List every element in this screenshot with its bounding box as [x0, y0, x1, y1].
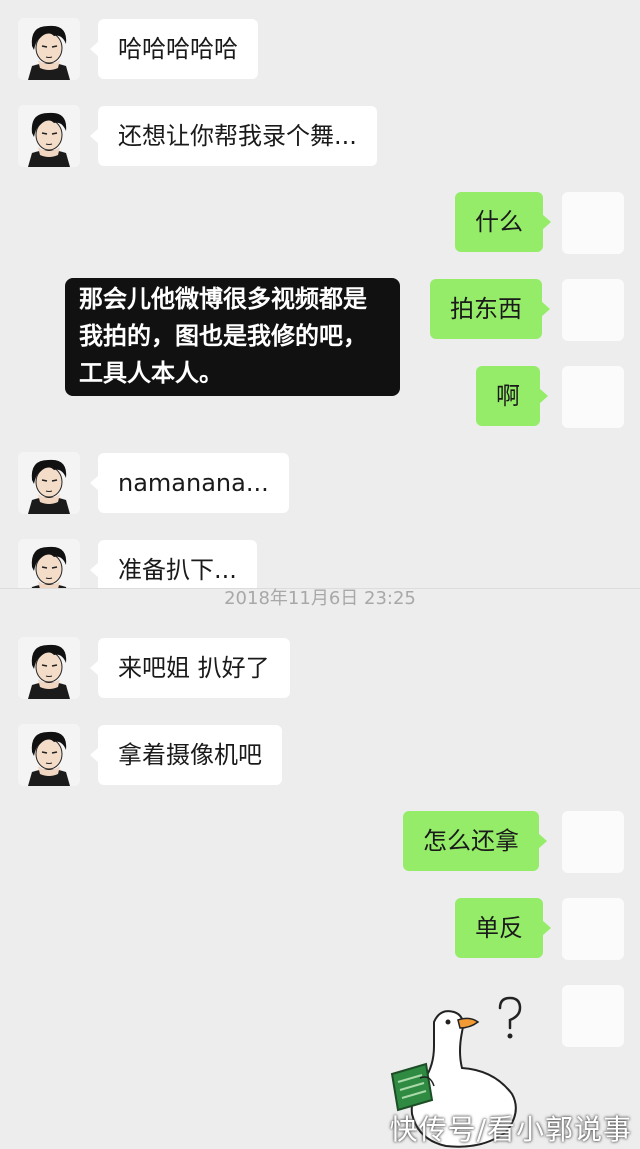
- message-bubble[interactable]: 啊: [476, 366, 548, 426]
- blank-avatar-icon[interactable]: [562, 898, 624, 960]
- message-bubble[interactable]: 什么: [455, 192, 551, 252]
- man-avatar-icon: [18, 18, 80, 80]
- message-bubble[interactable]: 单反: [455, 898, 551, 958]
- contact-avatar[interactable]: [18, 724, 80, 786]
- blank-avatar-icon[interactable]: [562, 811, 624, 873]
- message-bubble[interactable]: namanana...: [90, 453, 289, 513]
- contact-avatar[interactable]: [18, 452, 80, 514]
- watermark: 快传号/看小郭说事: [389, 1113, 632, 1146]
- blank-avatar-icon[interactable]: [562, 985, 624, 1047]
- timestamp: 2018年11月6日 23:25: [224, 588, 416, 609]
- blank-avatar-icon[interactable]: [562, 366, 624, 428]
- blank-avatar-icon[interactable]: [562, 279, 624, 341]
- message-bubble[interactable]: 拿着摄像机吧: [90, 725, 282, 785]
- blank-avatar-icon[interactable]: [562, 192, 624, 254]
- message-bubble[interactable]: 拍东西: [430, 279, 550, 339]
- man-avatar-icon: [18, 452, 80, 514]
- man-avatar-icon: [18, 637, 80, 699]
- man-avatar-icon: [18, 105, 80, 167]
- man-avatar-icon: [18, 724, 80, 786]
- chat-screen: 哈哈哈哈哈 还想让你帮我录个舞... 什么 拍东西 那会儿他微博很多视频都是我拍…: [0, 0, 640, 1149]
- message-bubble[interactable]: 来吧姐 扒好了: [90, 638, 290, 698]
- contact-avatar[interactable]: [18, 105, 80, 167]
- cropped-message-row: 准备扒下...: [0, 530, 640, 588]
- contact-avatar[interactable]: [18, 539, 80, 588]
- message-bubble[interactable]: 准备扒下...: [90, 540, 257, 588]
- message-bubble[interactable]: 怎么还拿: [403, 811, 547, 871]
- contact-avatar[interactable]: [18, 637, 80, 699]
- message-bubble[interactable]: 哈哈哈哈哈: [90, 19, 258, 79]
- man-avatar-icon: [18, 539, 80, 588]
- message-bubble[interactable]: 还想让你帮我录个舞...: [90, 106, 377, 166]
- contact-avatar[interactable]: [18, 18, 80, 80]
- caption-overlay: 那会儿他微博很多视频都是我拍的，图也是我修的吧，工具人本人。: [65, 278, 400, 396]
